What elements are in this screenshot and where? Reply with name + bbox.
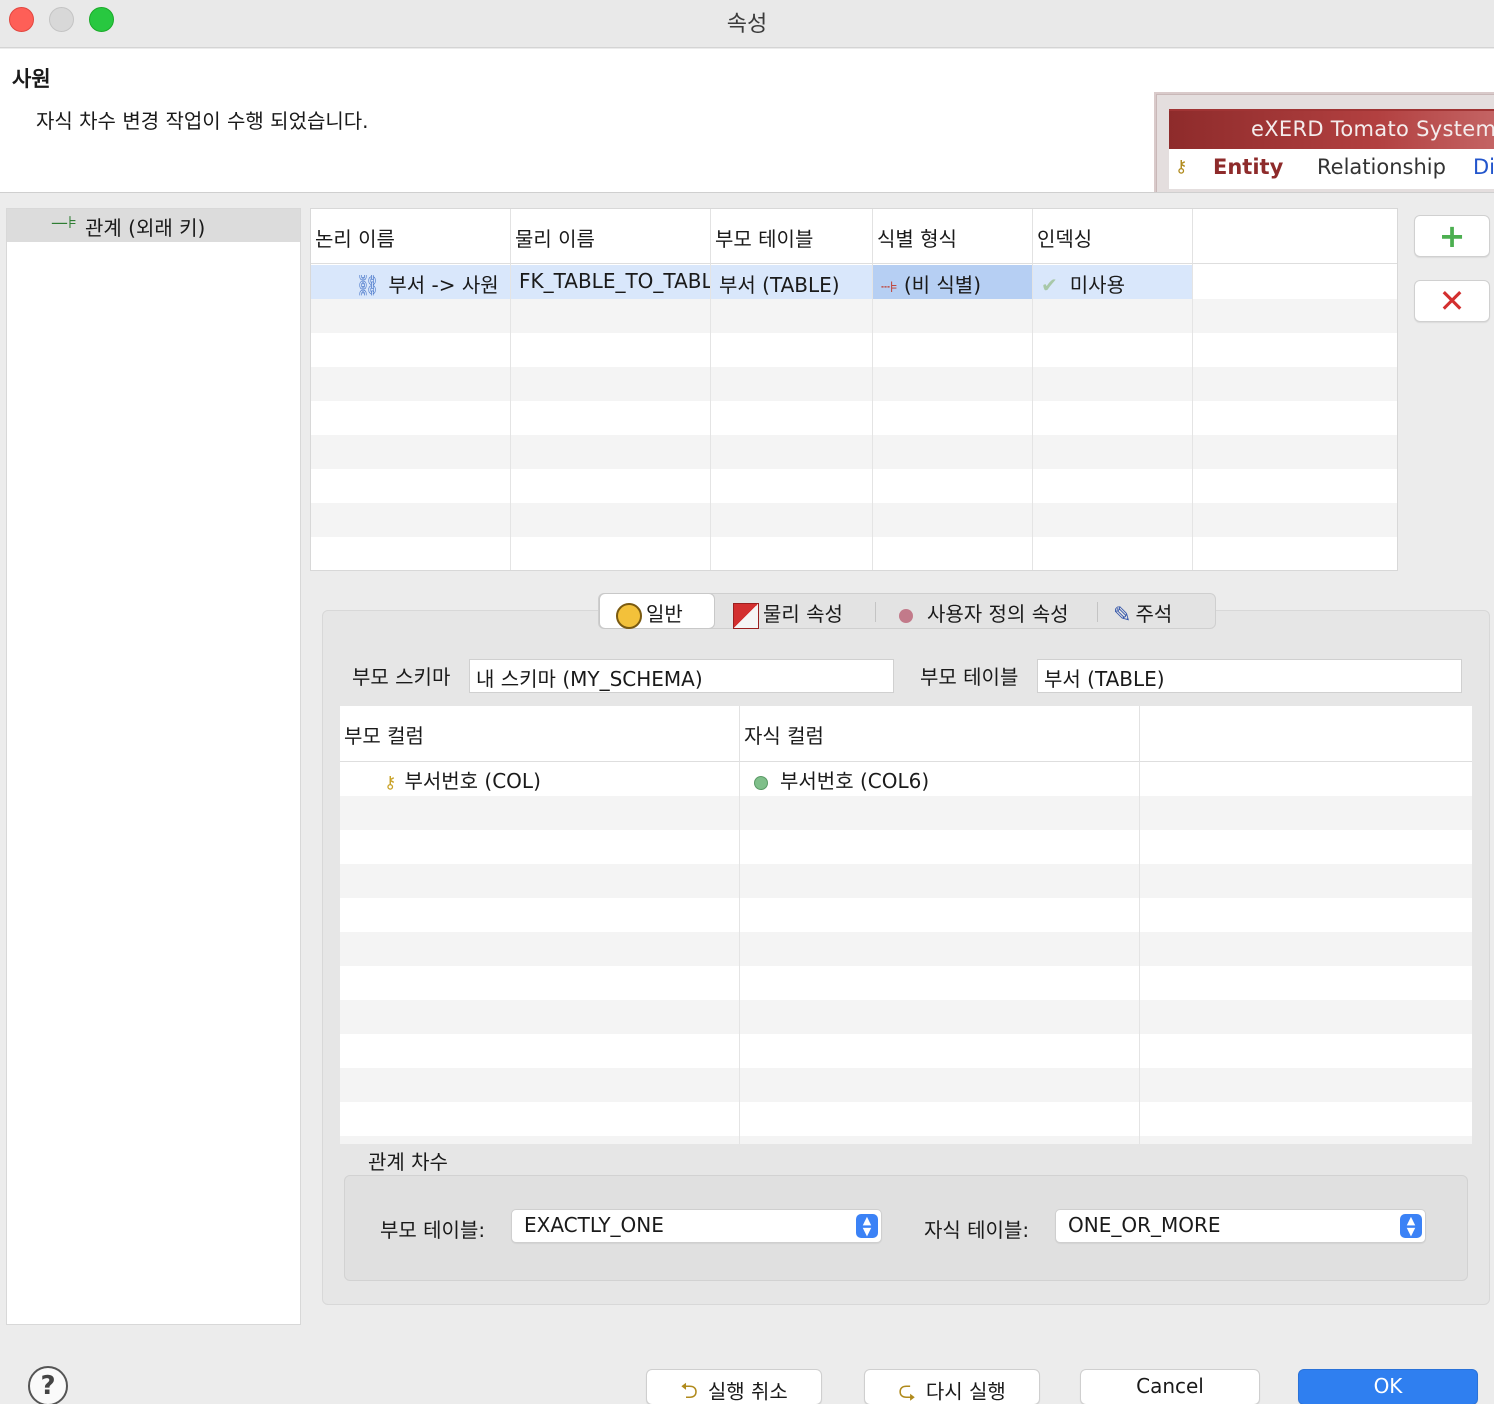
chevron-updown-icon: ▲ ▼	[856, 1214, 878, 1238]
table-row	[340, 932, 1472, 966]
detail-tabs: 일반 물리 속성 사용자 정의 속성 ✎ 주석	[598, 593, 1216, 629]
logical-name-text: 부서 -> 사원	[388, 273, 499, 297]
category-tree: —⊧ 관계 (외래 키)	[6, 208, 301, 1325]
checkmark-icon: ✔	[1041, 273, 1058, 297]
tree-item-foreign-key[interactable]: —⊧ 관계 (외래 키)	[7, 209, 300, 242]
column-header-physical-name[interactable]: 물리 이름	[511, 209, 711, 264]
product-banner: eXERD Tomato System ⚷ Entity Relationshi…	[1156, 94, 1494, 192]
undo-button[interactable]: ⮌ 실행 취소	[646, 1369, 822, 1404]
cell-physical-name[interactable]: FK_TABLE_TO_TABLE	[511, 265, 710, 299]
tab-physical[interactable]: 물리 속성	[733, 594, 843, 629]
parent-schema-label: 부모 스키마	[352, 665, 451, 689]
column-header-empty	[1140, 706, 1472, 762]
redo-button[interactable]: ⮎ 다시 실행	[864, 1369, 1040, 1404]
tab-general[interactable]: 일반	[600, 594, 714, 629]
table-row	[340, 796, 1472, 830]
identifying-text: (비 식별)	[903, 273, 982, 297]
banner-brand: eXERD Tomato System	[1251, 117, 1494, 141]
column-icon	[754, 775, 768, 790]
child-cardinality-label: 자식 테이블:	[924, 1218, 1030, 1242]
table-row	[340, 864, 1472, 898]
column-header-parent-column[interactable]: 부모 컬럼	[340, 706, 740, 762]
table-row	[311, 503, 1397, 537]
dialog-header: 사원 자식 차수 변경 작업이 수행 되었습니다. eXERD Tomato S…	[0, 49, 1494, 193]
parent-table-field[interactable]: 부서 (TABLE)	[1037, 659, 1462, 693]
column-header-parent-table[interactable]: 부모 테이블	[711, 209, 873, 264]
table-row	[340, 830, 1472, 864]
redo-arrow-icon: ⮎	[898, 1379, 916, 1404]
non-identifying-icon: ┄⊧	[881, 278, 898, 296]
add-relationship-button[interactable]: +	[1414, 215, 1490, 257]
table-row	[311, 435, 1397, 469]
undo-arrow-icon: ⮌	[680, 1379, 698, 1404]
comment-icon: ✎	[1113, 603, 1132, 628]
banner-tab-relationship: Relationship	[1317, 155, 1446, 179]
table-row	[311, 333, 1397, 367]
table-row	[340, 1068, 1472, 1102]
parent-schema-field[interactable]: 내 스키마 (MY_SCHEMA)	[469, 659, 894, 693]
cell-logical-name[interactable]: ⛓ 부서 -> 사원	[311, 265, 510, 299]
help-button[interactable]: ?	[28, 1366, 68, 1404]
indexing-text: 미사용	[1069, 273, 1125, 297]
banner-tab-more: Di	[1473, 155, 1494, 179]
table-row	[340, 1136, 1472, 1144]
physical-icon	[733, 602, 759, 629]
cell-parent-column[interactable]: ⚷ 부서번호 (COL)	[384, 762, 541, 796]
tab-comment[interactable]: ✎ 주석	[1113, 594, 1172, 628]
cell-parent-table[interactable]: 부서 (TABLE)	[711, 265, 872, 299]
delete-relationship-button[interactable]: ✕	[1414, 280, 1490, 322]
cell-indexing[interactable]: ✔ 미사용	[1033, 265, 1192, 299]
column-header-indexing[interactable]: 인덱싱	[1033, 209, 1193, 264]
custom-property-icon	[899, 608, 913, 623]
column-mapping-table: 부모 컬럼 자식 컬럼 ⚷ 부서번호 (COL) 부서번호 (COL6)	[340, 706, 1472, 1144]
cancel-button[interactable]: Cancel	[1080, 1369, 1260, 1404]
tab-custom-properties[interactable]: 사용자 정의 속성	[899, 594, 1069, 628]
foreign-key-icon: —⊧	[51, 213, 77, 233]
primary-key-icon: ⚷	[384, 773, 397, 793]
title-bar: 속성	[0, 0, 1494, 48]
cardinality-title: 관계 차수	[368, 1150, 448, 1174]
relationship-table: 논리 이름 물리 이름 부모 테이블 식별 형식 인덱싱 ⛓ 부서 -> 사원 F…	[310, 208, 1398, 571]
relationship-link-icon: ⛓	[355, 273, 381, 297]
cell-child-column[interactable]: 부서번호 (COL6)	[754, 762, 929, 796]
table-row	[311, 469, 1397, 503]
header-title: 사원	[12, 67, 51, 91]
table-row	[340, 1034, 1472, 1068]
cell-identifying[interactable]: ┄⊧ (비 식별)	[873, 265, 1032, 299]
table-row	[311, 401, 1397, 435]
key-icon: ⚷	[1175, 157, 1188, 177]
tree-item-label: 관계 (외래 키)	[85, 216, 206, 240]
child-cardinality-select[interactable]: ONE_OR_MORE ▲ ▼	[1055, 1209, 1426, 1243]
table-row	[340, 1000, 1472, 1034]
table-row	[311, 299, 1397, 333]
table-row	[340, 898, 1472, 932]
parent-cardinality-select[interactable]: EXACTLY_ONE ▲ ▼	[511, 1209, 882, 1243]
column-header-logical-name[interactable]: 논리 이름	[311, 209, 511, 264]
column-header-child-column[interactable]: 자식 컬럼	[740, 706, 1140, 762]
header-message: 자식 차수 변경 작업이 수행 되었습니다.	[36, 109, 369, 133]
banner-tab-entity: Entity	[1213, 155, 1284, 179]
table-row	[311, 367, 1397, 401]
ok-button[interactable]: OK	[1298, 1369, 1478, 1404]
general-icon	[616, 602, 642, 629]
column-header-empty	[1193, 209, 1397, 264]
parent-cardinality-label: 부모 테이블:	[380, 1218, 486, 1242]
table-row	[340, 966, 1472, 1000]
table-row	[311, 537, 1397, 570]
column-header-identifying[interactable]: 식별 형식	[873, 209, 1033, 264]
parent-table-label: 부모 테이블	[920, 665, 1019, 689]
chevron-updown-icon: ▲ ▼	[1400, 1214, 1422, 1238]
table-row	[340, 1102, 1472, 1136]
window-title: 속성	[726, 12, 768, 37]
